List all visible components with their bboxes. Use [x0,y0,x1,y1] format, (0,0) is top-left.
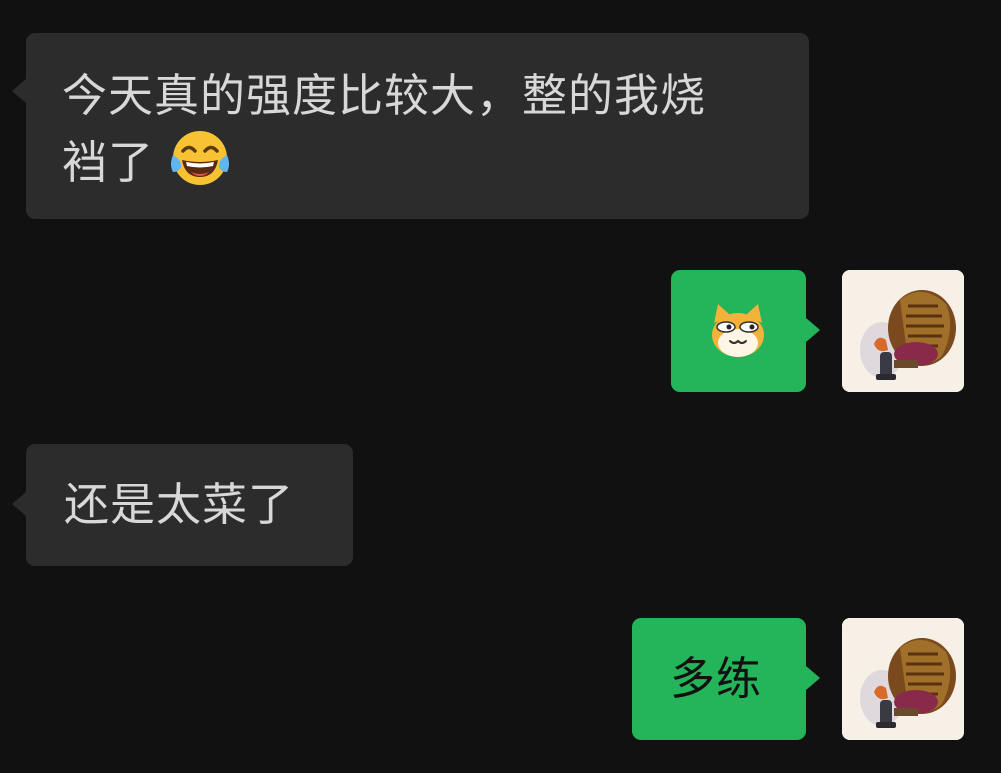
face-with-tears-of-joy-icon [169,127,231,205]
message-text: 裆了 [62,136,155,189]
smirking-cat-sticker-icon [708,301,768,377]
outgoing-bubble-tail [806,666,820,690]
avatar[interactable] [842,618,964,740]
incoming-message-bubble[interactable]: 还是太菜了 [26,444,353,566]
outgoing-message-bubble[interactable]: 多练 [632,618,806,740]
message-text-line: 裆了 [62,127,773,205]
message-text: 还是太菜了 [64,478,295,531]
message-text-line: 今天真的强度比较大，整的我烧 [62,69,707,122]
incoming-bubble-tail [12,492,26,516]
outgoing-message-bubble[interactable] [671,270,806,392]
outgoing-bubble-tail [806,318,820,342]
message-text: 多练 [670,652,763,705]
incoming-bubble-tail [12,79,26,103]
chat-thread: 今天真的强度比较大，整的我烧 裆了 还是太菜了 多练 [0,0,1001,773]
avatar[interactable] [842,270,964,392]
incoming-message-bubble[interactable]: 今天真的强度比较大，整的我烧 裆了 [26,33,809,219]
